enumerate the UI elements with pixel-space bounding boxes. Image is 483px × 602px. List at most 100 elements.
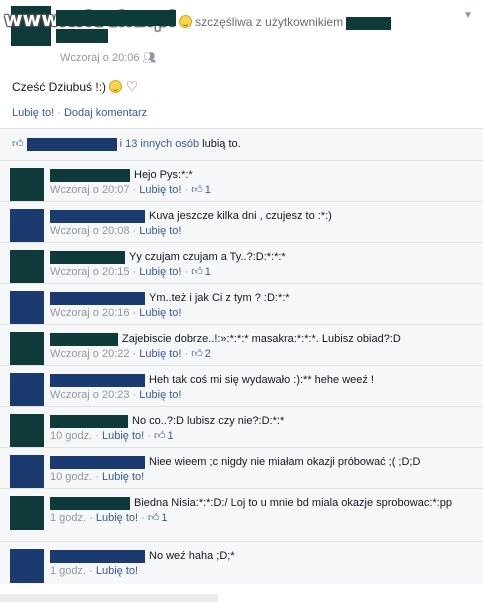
comments-list: Hejo Pys:*:* Wczoraj o 20:07 · Lubię to! … — [0, 160, 483, 584]
thumbs-up-icon[interactable]: 👍︎ — [191, 184, 203, 196]
comment-item: Biedna Nisia:*:*:D:/ Loj to u mnie bd mi… — [0, 488, 483, 541]
comment-avatar[interactable] — [10, 332, 44, 366]
comment-like-link[interactable]: Lubię to! — [96, 565, 138, 577]
thumbs-up-icon[interactable]: 👍︎ — [148, 512, 160, 524]
comment-avatar[interactable] — [10, 168, 44, 202]
commenter-name-redacted[interactable] — [50, 455, 145, 469]
comment-item: Heh tak coś mi się wydawało :):** hehe w… — [0, 365, 483, 407]
commenter-name-redacted[interactable] — [50, 209, 145, 223]
comment-item: Yy czujam czujam a Ty..?:D:*:*:* Wczoraj … — [0, 242, 483, 284]
comment-text: Yy czujam czujam a Ty..?:D:*:*:* — [129, 251, 286, 263]
comment-meta: 1 godz. · Lubię to! — [50, 564, 475, 579]
likes-others-link[interactable]: i 13 innych osób — [120, 138, 200, 150]
thumbs-up-icon[interactable]: 👍︎ — [154, 430, 166, 442]
comment-line: Niee wieem ;c nigdy nie miałam okazji pr… — [50, 455, 475, 470]
comment-time[interactable]: Wczoraj o 20:23 — [50, 389, 129, 401]
commenter-name-redacted[interactable] — [50, 332, 118, 346]
meta-separator: · — [92, 471, 102, 483]
meta-separator: · — [86, 565, 96, 577]
comment-like-link[interactable]: Lubię to! — [102, 471, 144, 483]
comment-meta: Wczoraj o 20:07 · Lubię to! · 👍︎ 1 — [50, 183, 475, 198]
meta-separator: · — [129, 184, 140, 196]
comment-body: Yy czujam czujam a Ty..?:D:*:*:* Wczoraj … — [50, 250, 475, 280]
comment-line: No weź haha ;D;* — [50, 549, 475, 564]
comment-like-link[interactable]: Lubię to! — [139, 348, 181, 360]
happy-emoji-icon — [179, 15, 193, 28]
comment-time[interactable]: Wczoraj o 20:08 — [50, 225, 129, 237]
comment-like-link[interactable]: Lubię to! — [139, 225, 181, 237]
liker-name-redacted[interactable] — [26, 137, 117, 151]
comment-time[interactable]: Wczoraj o 20:07 — [50, 184, 129, 196]
comment-like-link[interactable]: Lubię to! — [139, 307, 181, 319]
add-comment-link[interactable]: Dodaj komentarz — [64, 107, 147, 119]
comment-item: Ym..też i jak Ci z tym ? :D:*:* Wczoraj o… — [0, 283, 483, 325]
comment-meta: Wczoraj o 20:08 · Lubię to! — [50, 224, 475, 239]
meta-separator: · — [129, 225, 140, 237]
comment-avatar[interactable] — [10, 250, 44, 284]
comment-item: Niee wieem ;c nigdy nie miałam okazji pr… — [0, 447, 483, 489]
comment-body: Heh tak coś mi się wydawało :):** hehe w… — [50, 373, 475, 403]
tagged-user-redacted[interactable] — [346, 16, 392, 30]
meta-separator: · — [129, 348, 140, 360]
comment-like-link[interactable]: Lubię to! — [96, 512, 138, 524]
comment-like-count[interactable]: 1 — [161, 512, 167, 524]
comment-time[interactable]: Wczoraj o 20:16 — [50, 307, 129, 319]
comment-meta: 1 godz. · Lubię to! · 👍︎ 1 — [50, 511, 475, 526]
author-name-redacted[interactable] — [56, 10, 176, 26]
comment-time[interactable]: Wczoraj o 20:15 — [50, 266, 129, 278]
comment-body: Ym..też i jak Ci z tym ? :D:*:* Wczoraj o… — [50, 291, 475, 321]
commenter-name-redacted[interactable] — [50, 291, 145, 305]
comment-like-link[interactable]: Lubię to! — [139, 266, 181, 278]
feeling-text: szczęśliwa z użytkownikiem — [195, 15, 344, 29]
commenter-name-redacted[interactable] — [50, 373, 145, 387]
comment-item: No weź haha ;D;* 1 godz. · Lubię to! — [0, 541, 483, 584]
comment-like-count[interactable]: 2 — [205, 348, 211, 360]
commenter-name-redacted[interactable] — [50, 414, 128, 428]
comment-time[interactable]: 1 godz. — [50, 512, 86, 524]
comment-avatar[interactable] — [10, 455, 44, 489]
comment-like-link[interactable]: Lubię to! — [102, 430, 144, 442]
comment-text: Zajebiscie dobrze..!:»:*:*:* masakra:*:*… — [122, 333, 401, 345]
thumbs-up-icon[interactable]: 👍︎ — [191, 266, 203, 278]
comment-meta: Wczoraj o 20:22 · Lubię to! · 👍︎ 2 — [50, 347, 475, 362]
comment-like-count[interactable]: 1 — [167, 430, 173, 442]
comment-body: Niee wieem ;c nigdy nie miałam okazji pr… — [50, 455, 475, 485]
comment-line: No co..?:D lubisz czy nie?:D:*:* — [50, 414, 475, 429]
commenter-name-redacted[interactable] — [50, 496, 130, 510]
meta-separator: · — [181, 348, 192, 360]
post-time-text[interactable]: Wczoraj o 20:06 — [60, 52, 139, 64]
comment-like-count[interactable]: 1 — [205, 266, 211, 278]
comment-avatar[interactable] — [10, 373, 44, 407]
comment-like-link[interactable]: Lubię to! — [139, 184, 181, 196]
like-link[interactable]: Lubię to! — [12, 107, 54, 119]
comment-time[interactable]: 1 godz. — [50, 565, 86, 577]
commenter-name-redacted[interactable] — [50, 168, 130, 182]
comment-text: Hejo Pys:*:* — [134, 169, 193, 181]
meta-separator: · — [181, 266, 192, 278]
footer-divider — [0, 594, 218, 602]
meta-separator: · — [129, 389, 140, 401]
comment-avatar[interactable] — [10, 549, 44, 583]
meta-separator: · — [129, 307, 140, 319]
friends-icon: 👥︎ — [142, 52, 157, 64]
comment-like-link[interactable]: Lubię to! — [139, 389, 181, 401]
comment-like-count[interactable]: 1 — [205, 184, 211, 196]
comment-time[interactable]: 10 godz. — [50, 430, 92, 442]
comment-meta: Wczoraj o 20:15 · Lubię to! · 👍︎ 1 — [50, 265, 475, 280]
comment-meta: 10 godz. · Lubię to! — [50, 470, 475, 485]
commenter-name-redacted[interactable] — [50, 549, 145, 563]
post-text: Cześć Dziubuś !:) ♡ — [12, 78, 138, 95]
meta-separator: · — [181, 184, 192, 196]
comment-meta: Wczoraj o 20:16 · Lubię to! — [50, 306, 475, 321]
likes-summary: 👍︎ i 13 innych osób lubią to. — [0, 128, 483, 160]
comment-avatar[interactable] — [10, 209, 44, 243]
thumbs-up-icon[interactable]: 👍︎ — [191, 348, 203, 360]
comment-avatar[interactable] — [10, 496, 44, 530]
chevron-down-icon[interactable]: ▼ — [463, 10, 473, 21]
comment-text: No co..?:D lubisz czy nie?:D:*:* — [132, 415, 285, 427]
commenter-name-redacted[interactable] — [50, 250, 125, 264]
comment-avatar[interactable] — [10, 414, 44, 448]
comment-time[interactable]: 10 godz. — [50, 471, 92, 483]
comment-time[interactable]: Wczoraj o 20:22 — [50, 348, 129, 360]
comment-avatar[interactable] — [10, 291, 44, 325]
